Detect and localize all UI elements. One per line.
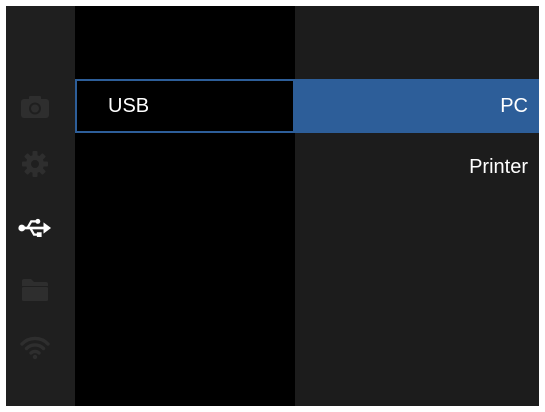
folder-icon[interactable] (18, 273, 52, 307)
camera-menu-screen: USB PC Printer (6, 6, 539, 406)
usb-icon[interactable] (18, 211, 52, 245)
option-pc[interactable]: PC (295, 79, 539, 133)
gear-icon[interactable] (18, 147, 52, 181)
option-printer[interactable]: Printer (295, 140, 539, 194)
menu-item-usb[interactable]: USB (75, 79, 295, 133)
option-label: PC (500, 94, 528, 117)
category-rail (6, 6, 75, 406)
usb-options-list: PC Printer (295, 6, 539, 406)
option-label: Printer (469, 155, 528, 178)
settings-menu: USB (75, 6, 295, 406)
wifi-icon[interactable] (18, 330, 52, 364)
menu-item-label: USB (108, 94, 150, 117)
camera-icon[interactable] (18, 90, 52, 124)
